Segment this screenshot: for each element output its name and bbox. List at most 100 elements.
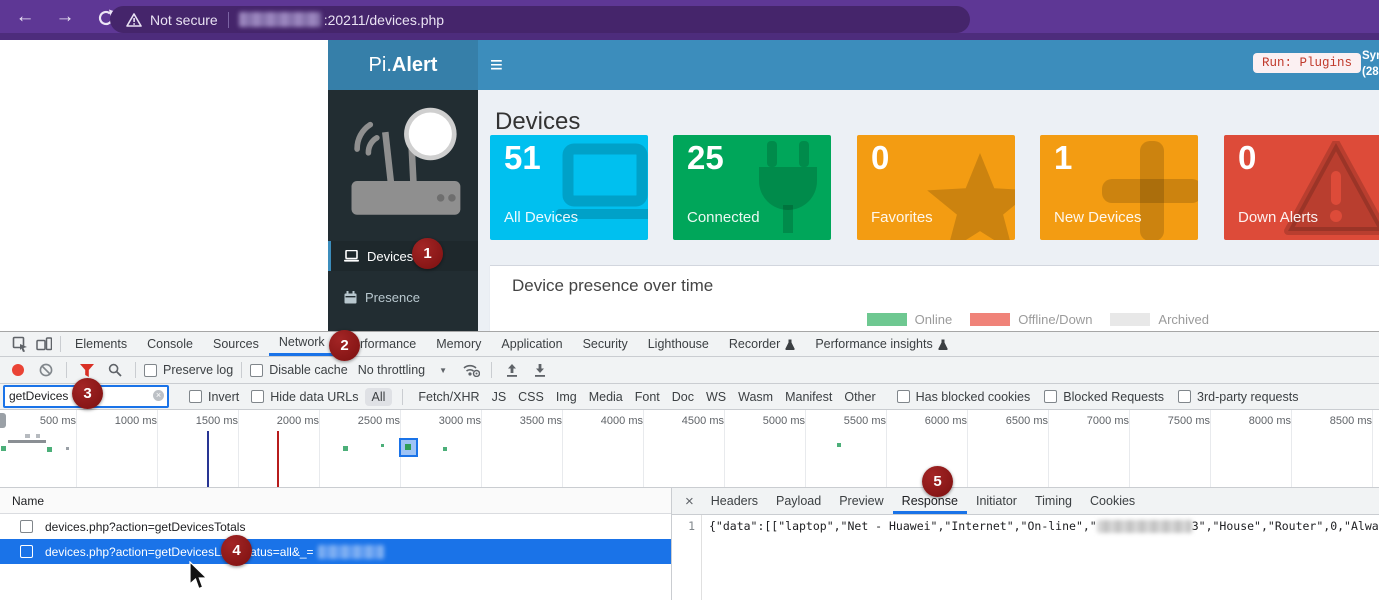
tab-recorder[interactable]: Recorder xyxy=(719,332,805,356)
has-blocked-cookies-checkbox[interactable]: Has blocked cookies xyxy=(897,390,1031,404)
tab-elements[interactable]: Elements xyxy=(65,332,137,356)
card-down-alerts[interactable]: 0 Down Alerts xyxy=(1224,135,1379,240)
tab-network[interactable]: Network xyxy=(269,332,335,356)
timeline-scroll-nub[interactable] xyxy=(0,413,6,428)
inspect-element-icon[interactable] xyxy=(8,333,32,355)
card-value: 51 xyxy=(504,139,541,177)
card-connected[interactable]: 25 Connected xyxy=(673,135,831,240)
tab-headers[interactable]: Headers xyxy=(702,488,767,514)
timeline-tick: 4500 ms xyxy=(648,410,725,487)
logo-alert: Alert xyxy=(392,54,438,76)
redacted-ip xyxy=(1097,520,1192,533)
presence-chart-box: Device presence over time Online Offline… xyxy=(490,265,1379,332)
blocked-requests-checkbox[interactable]: Blocked Requests xyxy=(1044,390,1164,404)
invert-checkbox[interactable]: Invert xyxy=(189,390,239,404)
tab-application[interactable]: Application xyxy=(491,332,572,356)
name-column-header[interactable]: Name xyxy=(0,488,671,514)
annotation-badge-4: 4 xyxy=(221,535,252,566)
legend-offline: Offline/Down xyxy=(970,312,1092,327)
filter-type-doc[interactable]: Doc xyxy=(667,388,699,406)
request-list-pane: Name devices.php?action=getDevicesTotals… xyxy=(0,488,672,600)
device-toolbar-icon[interactable] xyxy=(32,333,56,355)
tab-cookies[interactable]: Cookies xyxy=(1081,488,1144,514)
filter-type-img[interactable]: Img xyxy=(551,388,582,406)
throttling-select[interactable]: No throttling xyxy=(358,363,425,377)
import-har-icon[interactable] xyxy=(500,359,524,381)
card-favorites[interactable]: 0 Favorites xyxy=(857,135,1015,240)
clear-filter-icon[interactable]: × xyxy=(153,390,164,401)
tab-sources[interactable]: Sources xyxy=(203,332,269,356)
request-row-totals[interactable]: devices.php?action=getDevicesTotals xyxy=(0,514,671,539)
hide-data-urls-checkbox[interactable]: Hide data URLs xyxy=(251,390,358,404)
export-har-icon[interactable] xyxy=(528,359,552,381)
request-row-devices-list[interactable]: devices.php?action=getDevicesList&status… xyxy=(0,539,671,564)
tab-memory[interactable]: Memory xyxy=(426,332,491,356)
sidebar-item-label: Devices xyxy=(367,249,413,264)
app-logo[interactable]: Pi.Alert xyxy=(328,40,478,90)
throttling-caret-icon[interactable]: ▼ xyxy=(439,366,447,375)
waterfall-dot xyxy=(1,446,6,451)
clear-icon[interactable] xyxy=(34,359,58,381)
disable-cache-checkbox[interactable]: Disable cache xyxy=(250,363,348,377)
filter-type-css[interactable]: CSS xyxy=(513,388,549,406)
filter-type-all[interactable]: All xyxy=(365,388,393,406)
timeline-tick: 3500 ms xyxy=(486,410,563,487)
chart-title: Device presence over time xyxy=(512,276,713,296)
tab-console[interactable]: Console xyxy=(137,332,203,356)
selected-request-marker[interactable] xyxy=(399,438,418,457)
third-party-requests-checkbox[interactable]: 3rd-party requests xyxy=(1178,390,1298,404)
tab-payload[interactable]: Payload xyxy=(767,488,830,514)
tab-preview[interactable]: Preview xyxy=(830,488,892,514)
forward-icon[interactable]: → xyxy=(52,4,78,30)
filter-type-ws[interactable]: WS xyxy=(701,388,731,406)
card-value: 25 xyxy=(687,139,724,177)
sidebar-item-label: Presence xyxy=(365,290,420,305)
timeline-tick: 7000 ms xyxy=(1053,410,1130,487)
network-conditions-icon[interactable] xyxy=(459,359,483,381)
tab-security[interactable]: Security xyxy=(573,332,638,356)
sidebar-item-devices[interactable]: Devices xyxy=(328,241,478,271)
back-icon[interactable]: ← xyxy=(12,4,38,30)
response-json[interactable]: {"data":[["laptop","Net - Huawei","Inter… xyxy=(702,515,1379,600)
sidebar-item-presence[interactable]: Presence xyxy=(328,282,478,312)
card-new-devices[interactable]: 1 New Devices xyxy=(1040,135,1198,240)
card-value: 1 xyxy=(1054,139,1072,177)
address-bar[interactable]: Not secure :20211/devices.php xyxy=(110,6,970,33)
filter-type-media[interactable]: Media xyxy=(584,388,628,406)
line-number-gutter: 1 xyxy=(672,515,702,600)
detail-tabbar: × Headers Payload Preview Response Initi… xyxy=(672,488,1379,515)
card-value: 0 xyxy=(871,139,889,177)
search-icon[interactable] xyxy=(103,359,127,381)
legend-archived: Archived xyxy=(1110,312,1209,327)
sync-status: Syn(28, xyxy=(1362,48,1379,80)
request-checkbox[interactable] xyxy=(20,545,33,558)
experiment-flask-icon xyxy=(785,339,795,350)
filter-type-other[interactable]: Other xyxy=(839,388,880,406)
network-overview-timeline[interactable]: 500 ms 1000 ms 1500 ms 2000 ms 2500 ms 3… xyxy=(0,410,1379,488)
tab-lighthouse[interactable]: Lighthouse xyxy=(638,332,719,356)
card-label: Favorites xyxy=(871,209,933,226)
run-plugins-button[interactable]: Run: Plugins xyxy=(1253,53,1361,73)
mouse-cursor xyxy=(189,561,209,591)
card-label: New Devices xyxy=(1054,209,1142,226)
record-icon[interactable] xyxy=(6,359,30,381)
tab-initiator[interactable]: Initiator xyxy=(967,488,1026,514)
preserve-log-checkbox[interactable]: Preserve log xyxy=(144,363,233,377)
close-icon[interactable]: × xyxy=(677,493,702,510)
load-event-line xyxy=(277,431,279,488)
browser-toolbar-strip xyxy=(0,33,1379,40)
filter-type-js[interactable]: JS xyxy=(487,388,512,406)
router-logo xyxy=(344,104,466,226)
sidebar-toggle-icon[interactable]: ≡ xyxy=(490,52,503,78)
tab-timing[interactable]: Timing xyxy=(1026,488,1081,514)
waterfall-dot xyxy=(343,446,348,451)
filter-type-manifest[interactable]: Manifest xyxy=(780,388,837,406)
filter-types: Fetch/XHR JS CSS Img Media Font Doc WS W… xyxy=(413,388,880,406)
card-all-devices[interactable]: 51 All Devices xyxy=(490,135,648,240)
tab-performance-insights[interactable]: Performance insights xyxy=(805,332,957,356)
request-checkbox[interactable] xyxy=(20,520,33,533)
filter-type-wasm[interactable]: Wasm xyxy=(733,388,778,406)
filter-type-fetch[interactable]: Fetch/XHR xyxy=(413,388,484,406)
filter-type-font[interactable]: Font xyxy=(630,388,665,406)
app-content: Devices 51 All Devices 25 Connected 0 Fa… xyxy=(478,90,1379,332)
